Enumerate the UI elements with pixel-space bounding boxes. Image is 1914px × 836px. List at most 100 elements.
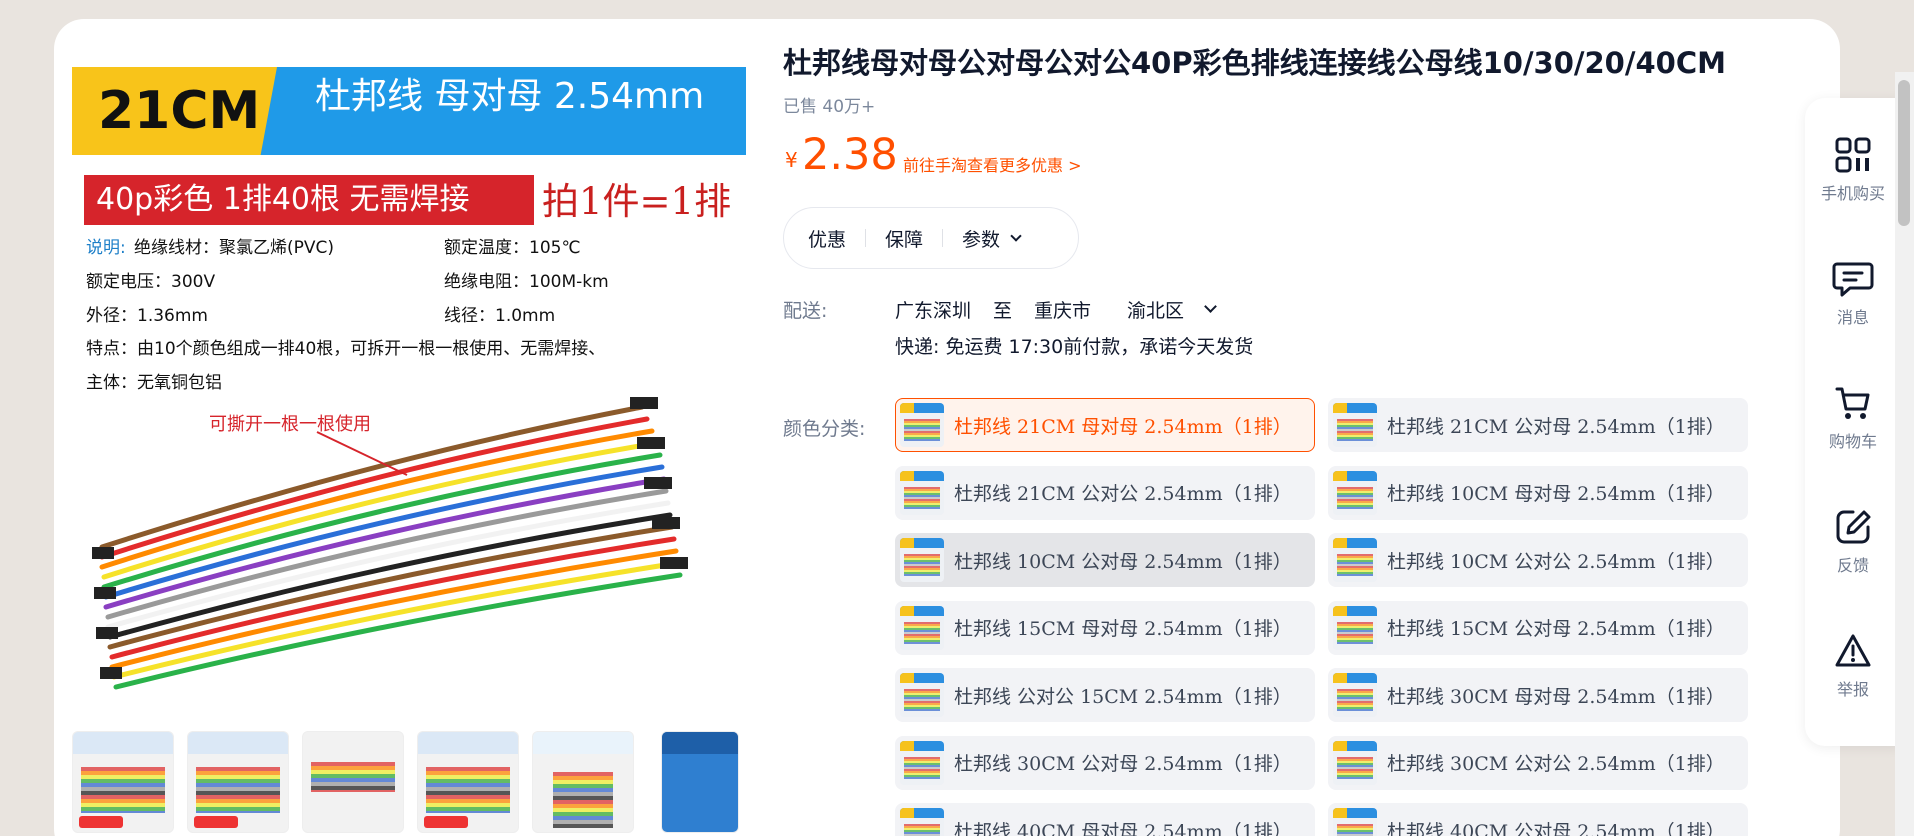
edit-icon (1836, 510, 1871, 544)
sku-thumbnail (900, 673, 944, 717)
sku-thumbnail (900, 808, 944, 836)
thumbnail-2[interactable] (187, 731, 289, 833)
sku-label: 杜邦线 10CM 母对母 2.54mm（1排） (1387, 483, 1725, 505)
scrollbar-thumb[interactable] (1898, 80, 1910, 226)
tear-note: 可撕开一根一根使用 (209, 414, 371, 435)
sku-thumbnail (1333, 403, 1377, 447)
thumbnail-6[interactable] (661, 731, 739, 833)
promo-link[interactable]: 前往手淘查看更多优惠 > (903, 152, 1082, 176)
right-sidebar: 手机购买 消息 购物车 反馈 举报 (1805, 98, 1901, 746)
sku-label: 杜邦线 30CM 公对母 2.54mm（1排） (954, 753, 1292, 775)
ribbon-cable-illustration (92, 397, 688, 690)
spec-insulation: 绝缘线材：聚氯乙烯(PVC) (134, 238, 335, 258)
spec-temp: 额定温度：105℃ (444, 238, 581, 258)
shipping-route[interactable]: 广东深圳 至 重庆市 渝北区 (895, 296, 1217, 323)
image-red-box: 40p彩色 1排40根 无需焊接 (84, 175, 534, 225)
sku-thumbnail (900, 605, 944, 650)
sku-thumbnail (900, 740, 944, 785)
shipping-label: 配送: (783, 300, 828, 322)
chat-icon (1832, 262, 1874, 297)
sku-option[interactable]: 杜邦线 10CM 公对母 2.54mm（1排） (895, 533, 1315, 587)
sku-option[interactable]: 杜邦线 公对公 15CM 2.54mm（1排） (895, 668, 1315, 722)
sku-label: 杜邦线 21CM 公对母 2.54mm（1排） (1387, 415, 1725, 438)
warning-icon (1835, 634, 1871, 667)
sku-option[interactable]: 杜邦线 10CM 公对公 2.54mm（1排） (1328, 533, 1748, 587)
sku-option[interactable]: 杜邦线 40CM 公对母 2.54mm（1排） (1328, 803, 1748, 836)
sku-option[interactable]: 杜邦线 30CM 公对母 2.54mm（1排） (895, 735, 1315, 790)
color-label: 颜色分类: (783, 418, 866, 440)
price-currency: ¥ (785, 148, 798, 172)
sidebar-item-messages[interactable]: 消息 (1805, 260, 1901, 328)
spec-voltage: 额定电压：300V (86, 272, 216, 292)
banner-text: 杜邦线 母对母 2.54mm (315, 76, 705, 117)
price-value: 2.38 (802, 130, 898, 180)
sku-label: 杜邦线 10CM 公对母 2.54mm（1排） (954, 550, 1292, 573)
sku-label: 杜邦线 公对公 15CM 2.54mm（1排） (954, 685, 1292, 708)
sku-option[interactable]: 杜邦线 15CM 公对母 2.54mm（1排） (1328, 600, 1748, 655)
sku-thumbnail (900, 470, 944, 515)
sidebar-item-cart[interactable]: 购物车 (1805, 384, 1901, 452)
sku-option[interactable]: 杜邦线 21CM 公对母 2.54mm（1排） (1328, 398, 1748, 452)
spec-body: 主体：无氧铜包铝 (86, 373, 222, 393)
thumbnail-1[interactable] (72, 731, 174, 833)
spec-resistance: 绝缘电阻：100M-km (444, 272, 609, 292)
ship-to-word: 至 (993, 300, 1013, 322)
ship-city: 重庆市 (1034, 300, 1092, 322)
sold-count: 已售 40万+ (783, 97, 876, 117)
shipping-detail: 快递: 免运费 17:30前付款，承诺今天发货 (895, 336, 1254, 358)
sku-label: 杜邦线 21CM 公对公 2.54mm（1排） (954, 483, 1292, 505)
sku-thumbnail (1333, 740, 1377, 785)
sku-thumbnail (1333, 673, 1377, 717)
sku-option[interactable]: 杜邦线 21CM 母对母 2.54mm（1排） (895, 398, 1315, 452)
sku-label: 杜邦线 40CM 公对母 2.54mm（1排） (1387, 820, 1725, 836)
sidebar-label: 购物车 (1828, 432, 1877, 451)
sku-thumbnail (900, 403, 944, 447)
ship-district: 渝北区 (1127, 300, 1185, 322)
cart-icon (1835, 387, 1870, 419)
sku-label: 杜邦线 15CM 母对母 2.54mm（1排） (954, 618, 1292, 640)
sidebar-label: 举报 (1836, 680, 1869, 699)
discount-pill[interactable]: 优惠 (808, 225, 846, 252)
sku-label: 杜邦线 30CM 母对母 2.54mm（1排） (1387, 685, 1725, 708)
sku-option[interactable]: 杜邦线 40CM 母对母 2.54mm（1排） (895, 803, 1315, 836)
qr-code-icon (1835, 137, 1871, 173)
sku-thumbnail (1333, 808, 1377, 836)
spec-feature: 特点：由10个颜色组成一排40根，可拆开一根一根使用、无需焊接、 (86, 339, 606, 359)
guarantee-pill[interactable]: 保障 (885, 225, 923, 252)
sku-label: 杜邦线 40CM 母对母 2.54mm（1排） (954, 820, 1292, 836)
sku-thumbnail (1333, 605, 1377, 650)
ship-from: 广东深圳 (895, 300, 972, 322)
sidebar-label: 反馈 (1836, 556, 1869, 575)
sku-label: 杜邦线 15CM 公对母 2.54mm（1排） (1387, 618, 1725, 640)
chevron-down-icon[interactable] (1204, 300, 1217, 313)
sidebar-label: 手机购买 (1820, 184, 1885, 203)
chevron-down-icon (1010, 229, 1022, 242)
sku-option[interactable]: 杜邦线 21CM 公对公 2.54mm（1排） (895, 465, 1315, 520)
sku-option[interactable]: 杜邦线 30CM 公对公 2.54mm（1排） (1328, 735, 1748, 790)
thumbnail-4[interactable] (417, 731, 519, 833)
sidebar-item-report[interactable]: 举报 (1805, 632, 1901, 700)
sku-option[interactable]: 杜邦线 30CM 母对母 2.54mm（1排） (1328, 668, 1748, 722)
sku-label: 杜邦线 30CM 公对公 2.54mm（1排） (1387, 753, 1725, 775)
sidebar-label: 消息 (1836, 308, 1869, 327)
sku-label: 杜邦线 21CM 母对母 2.54mm（1排） (954, 415, 1292, 438)
sku-label: 杜邦线 10CM 公对公 2.54mm（1排） (1387, 550, 1725, 573)
sku-thumbnail (1333, 470, 1377, 515)
product-title: 杜邦线母对母公对母公对公40P彩色排线连接线公母线10/30/20/40CM (783, 46, 1726, 80)
sku-thumbnail (900, 538, 944, 582)
params-pill[interactable]: 参数 (962, 225, 1022, 252)
info-pill-bar: 优惠 保障 参数 (783, 207, 1079, 269)
spec-outer: 外径：1.36mm (86, 306, 208, 326)
sku-thumbnail (1333, 538, 1377, 582)
thumbnail-5[interactable] (532, 731, 634, 833)
image-red-tail: 拍1件=1排 (542, 180, 732, 223)
thumbnail-3[interactable] (302, 731, 404, 833)
spec-wire: 线径：1.0mm (444, 306, 556, 326)
spec-desc-label: 说明: (86, 238, 126, 258)
sidebar-item-feedback[interactable]: 反馈 (1805, 508, 1901, 576)
sku-option[interactable]: 杜邦线 10CM 母对母 2.54mm（1排） (1328, 465, 1748, 520)
main-product-image[interactable]: 21CM 杜邦线 母对母 2.54mm 40p彩色 1排40根 无需焊接 拍1件… (72, 37, 746, 711)
sku-option[interactable]: 杜邦线 15CM 母对母 2.54mm（1排） (895, 600, 1315, 655)
sidebar-item-mobile-buy[interactable]: 手机购买 (1805, 136, 1901, 204)
length-badge: 21CM (72, 67, 277, 155)
